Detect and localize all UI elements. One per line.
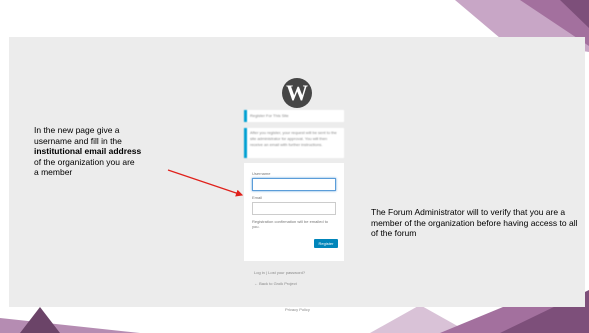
pointer-arrow <box>167 169 244 197</box>
